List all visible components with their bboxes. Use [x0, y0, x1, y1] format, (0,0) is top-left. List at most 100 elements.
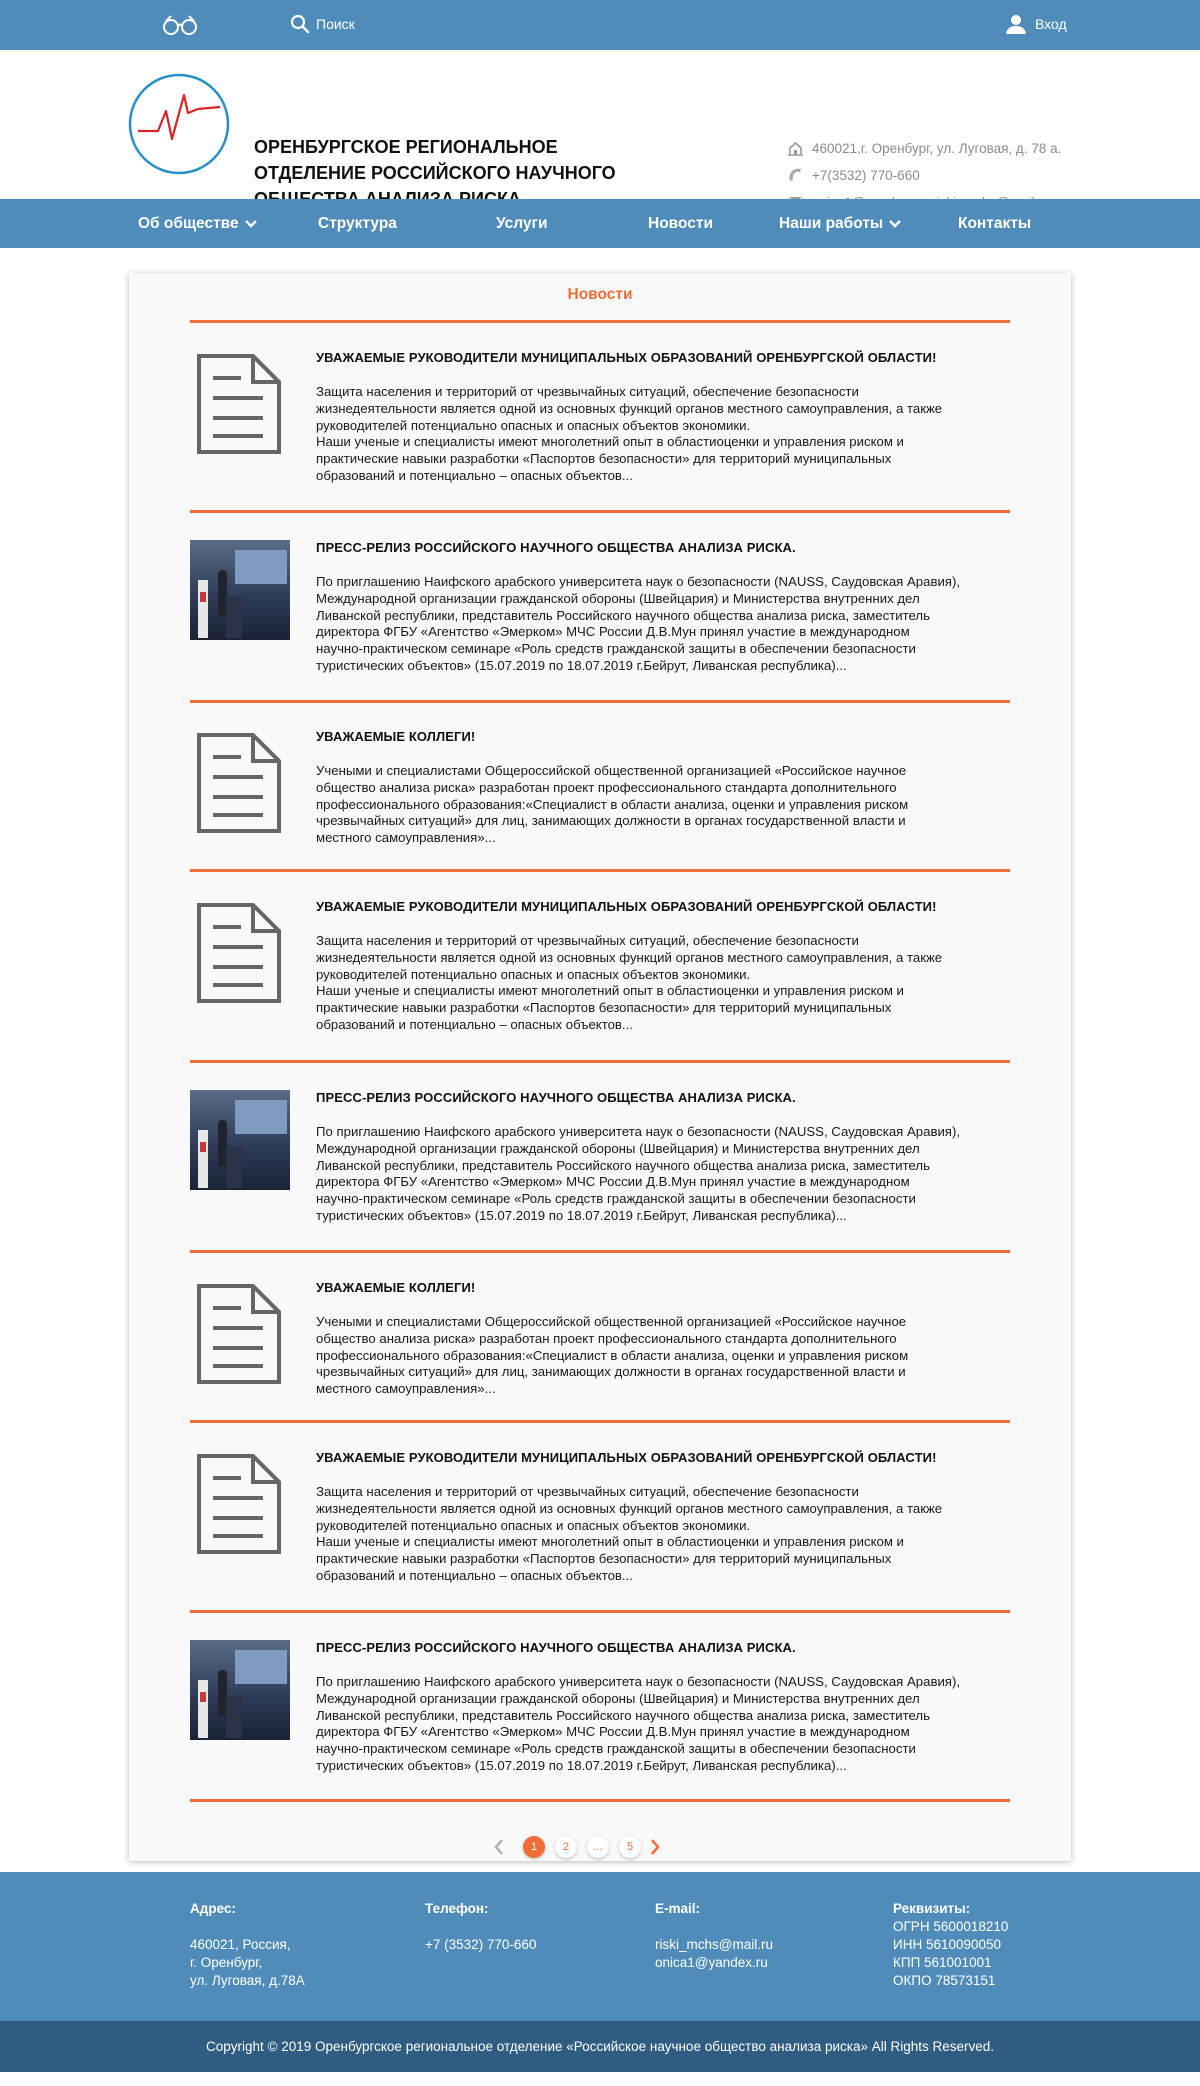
footer-label: Реквизиты: — [893, 1901, 971, 1916]
news-excerpt-line: научно-практическом семинаре «Роль средс… — [316, 1191, 916, 1207]
news-text: Пресс-релиз Российского научного обществ… — [316, 540, 1006, 675]
phone-text[interactable]: +7(3532) 770-660 — [812, 168, 920, 183]
nav-item-works[interactable]: Наши работы — [779, 199, 901, 248]
pagination: 1 2 ... 5 — [129, 1836, 1071, 1858]
footer-phone-number[interactable]: +7 (3532) 770-660 — [425, 1936, 536, 1954]
document-icon[interactable] — [197, 354, 281, 454]
search-icon — [290, 14, 310, 34]
divider — [190, 1799, 1010, 1802]
nav-item-label: Услуги — [496, 215, 548, 232]
chevron-left-icon[interactable] — [492, 1838, 506, 1856]
news-title[interactable]: Уважаемые руководители муниципальных обр… — [316, 899, 1006, 914]
news-title[interactable]: Уважаемые руководители муниципальных обр… — [316, 350, 1006, 365]
news-excerpt-line: руководителей потенциально опасных и опа… — [316, 1517, 751, 1533]
news-excerpt-line: местного самоуправления»... — [316, 830, 496, 846]
news-excerpt-line: образований и потенциально – опасных объ… — [316, 1567, 633, 1583]
divider — [190, 869, 1010, 872]
logo-icon[interactable] — [128, 73, 230, 175]
nav-item-news[interactable]: Новости — [648, 199, 713, 248]
news-title[interactable]: Уважаемые коллеги! — [316, 729, 1006, 744]
page-link[interactable]: ... — [587, 1836, 609, 1858]
chevron-down-icon — [889, 219, 901, 228]
news-excerpt: По приглашению Наифского арабского униве… — [316, 1124, 1006, 1225]
divider — [190, 1610, 1010, 1613]
news-photo[interactable] — [190, 540, 290, 640]
news-excerpt-line: По приглашению Наифского арабского униве… — [316, 1124, 961, 1139]
page-link[interactable]: 5 — [619, 1836, 641, 1858]
nav-item-structure[interactable]: Структура — [318, 199, 397, 248]
news-excerpt-line: жизнедеятельности является одной из осно… — [316, 400, 943, 416]
news-excerpt-line: директора ФГБУ «Агентство «Эмерком» МЧС … — [316, 1174, 910, 1190]
news-excerpt-line: общество анализа риска» разработан проек… — [316, 1330, 897, 1346]
top-bar: Поиск Вход — [0, 0, 1200, 50]
news-excerpt-line: практические навыки разработки «Паспорто… — [316, 1000, 892, 1016]
nav-item-about[interactable]: Об обществе — [138, 199, 257, 248]
footer-requisites: Реквизиты: ОГРН 5600018210 ИНН 561009005… — [893, 1900, 1008, 1990]
news-excerpt-line: Наши ученые и специалисты имеют многолет… — [316, 983, 904, 999]
news-excerpt-line: Ливанской республики, представитель Росс… — [316, 1157, 930, 1173]
news-excerpt-line: руководителей потенциально опасных и опа… — [316, 417, 751, 433]
document-icon[interactable] — [197, 1454, 281, 1554]
news-excerpt-line: научно-практическом семинаре «Роль средс… — [316, 641, 916, 657]
news-excerpt: Учеными и специалистами Общероссийской о… — [316, 1314, 1006, 1398]
main-content: Новости 1 2 ... 5 Уважаемые руководители… — [0, 248, 1200, 1872]
news-excerpt-line: туристических объектов» (15.07.2019 по 1… — [316, 1207, 847, 1223]
footer-email-link[interactable]: onica1@yandex.ru — [655, 1954, 773, 1972]
news-excerpt: По приглашению Наифского арабского униве… — [316, 1674, 1006, 1775]
document-icon[interactable] — [197, 1284, 281, 1384]
news-excerpt-line: По приглашению Наифского арабского униве… — [316, 574, 961, 589]
building-icon — [788, 141, 803, 156]
footer-line: ОГРН 5600018210 — [893, 1919, 1009, 1934]
footer-line: ОКПО 78573151 — [893, 1973, 996, 1988]
login-label: Вход — [1035, 16, 1067, 32]
news-title[interactable]: Уважаемые руководители муниципальных обр… — [316, 1450, 1006, 1465]
document-icon[interactable] — [197, 733, 281, 833]
footer-line: 460021, Россия, — [190, 1937, 291, 1952]
news-excerpt: По приглашению Наифского арабского униве… — [316, 574, 1006, 675]
news-photo[interactable] — [190, 1640, 290, 1740]
footer-email-link[interactable]: riski_mchs@mail.ru — [655, 1936, 773, 1954]
news-text: Уважаемые коллеги! Учеными и специалистам… — [316, 1280, 1006, 1398]
chevron-right-icon[interactable] — [648, 1838, 662, 1856]
footer-email: E-mail: riski_mchs@mail.ru onica1@yandex… — [655, 1900, 773, 1972]
glasses-icon[interactable] — [162, 14, 198, 36]
nav-item-services[interactable]: Услуги — [496, 199, 548, 248]
news-excerpt-line: Международной организации гражданской об… — [316, 1690, 920, 1706]
address-text: 460021,г. Оренбург, ул. Луговая, д. 78 а… — [812, 141, 1062, 156]
org-title-line: отделение Российского научного — [254, 163, 616, 183]
news-excerpt: Защита населения и территорий от чрезвыч… — [316, 384, 1006, 485]
divider — [190, 1420, 1010, 1423]
news-title[interactable]: Пресс-релиз Российского научного обществ… — [316, 1640, 1006, 1655]
site-footer: Адрес: 460021, Россия, г. Оренбург, ул. … — [0, 1872, 1200, 2021]
news-title[interactable]: Уважаемые коллеги! — [316, 1280, 1006, 1295]
news-excerpt-line: жизнедеятельности является одной из осно… — [316, 949, 943, 965]
page-link[interactable]: 1 — [523, 1836, 545, 1858]
login-button[interactable]: Вход — [1005, 14, 1067, 34]
footer-line: ул. Луговая, д.78А — [190, 1973, 305, 1988]
news-text: Уважаемые руководители муниципальных обр… — [316, 350, 1006, 485]
footer-label: Телефон: — [425, 1901, 489, 1916]
search-button[interactable]: Поиск — [290, 14, 355, 34]
page-link[interactable]: 2 — [555, 1836, 577, 1858]
news-card: Новости 1 2 ... 5 Уважаемые руководители… — [129, 273, 1071, 1861]
news-excerpt-line: директора ФГБУ «Агентство «Эмерком» МЧС … — [316, 1724, 910, 1740]
document-icon[interactable] — [197, 903, 281, 1003]
news-text: Уважаемые руководители муниципальных обр… — [316, 1450, 1006, 1585]
news-excerpt-line: жизнедеятельности является одной из осно… — [316, 1500, 943, 1516]
nav-item-label: Наши работы — [779, 215, 884, 232]
news-excerpt-line: По приглашению Наифского арабского униве… — [316, 1674, 961, 1689]
news-excerpt-line: Учеными и специалистами Общероссийской о… — [316, 1314, 907, 1329]
news-excerpt-line: чрезвычайных ситуаций» для лиц, занимающ… — [316, 813, 906, 829]
news-title[interactable]: Пресс-релиз Российского научного обществ… — [316, 1090, 1006, 1105]
news-excerpt-line: Международной организации гражданской об… — [316, 590, 920, 606]
news-title[interactable]: Пресс-релиз Российского научного обществ… — [316, 540, 1006, 555]
news-excerpt: Защита населения и территорий от чрезвыч… — [316, 933, 1006, 1034]
nav-item-contacts[interactable]: Контакты — [958, 199, 1031, 248]
news-excerpt-line: общество анализа риска» разработан проек… — [316, 779, 897, 795]
address-row: 460021,г. Оренбург, ул. Луговая, д. 78 а… — [787, 135, 1061, 162]
news-excerpt-line: образований и потенциально – опасных объ… — [316, 1016, 633, 1032]
news-excerpt-line: Учеными и специалистами Общероссийской о… — [316, 763, 907, 778]
divider — [190, 1060, 1010, 1063]
news-photo[interactable] — [190, 1090, 290, 1190]
footer-label: E-mail: — [655, 1901, 701, 1916]
